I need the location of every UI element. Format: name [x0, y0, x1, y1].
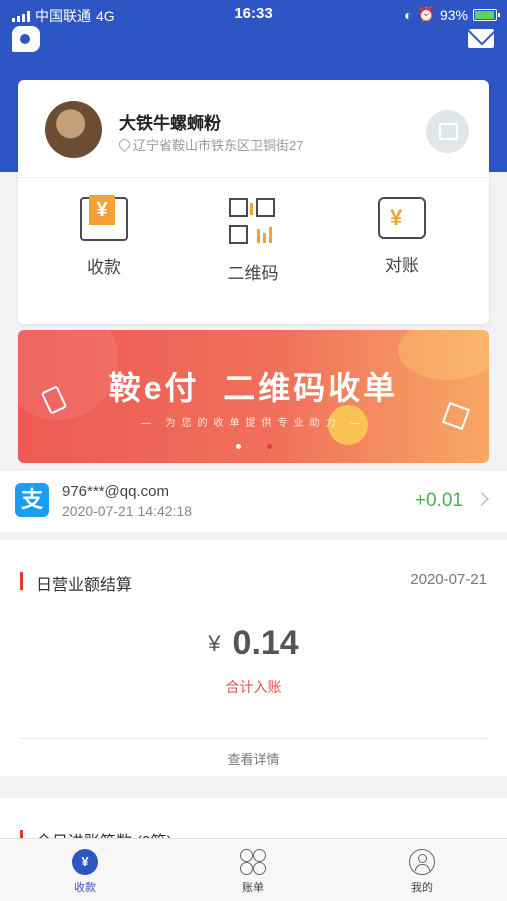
store-switch-icon[interactable]	[426, 110, 469, 153]
summary-note: 合计入账	[225, 679, 282, 695]
summary-divider	[20, 738, 487, 739]
transaction-row[interactable]: 支 976***@qq.com 2020-07-21 14:42:18 +0.0…	[0, 471, 507, 532]
app-logo-icon	[12, 26, 40, 52]
status-bar: 中国联通 4G 16:33 ◐ ⏰ 93%	[0, 0, 507, 28]
yuan-icon: ¥	[72, 849, 98, 875]
action-reconcile[interactable]: ¥ 对账	[352, 197, 452, 276]
tab-label: 收款	[74, 882, 96, 894]
summary-amount: ¥0.14	[0, 624, 507, 663]
summary-title: 日营业额结算	[36, 577, 133, 594]
carousel-dots	[18, 436, 489, 454]
daily-summary-card: 日营业额结算 2020-07-21 ¥0.14 合计入账 查看详情	[0, 540, 507, 776]
card-divider	[18, 177, 489, 178]
alipay-icon: 支	[15, 483, 49, 517]
banner-subtitle: — 为您的收单提供专业助力 —	[140, 418, 367, 429]
transaction-amount: +0.01	[414, 490, 463, 511]
alarm-icon: ⏰	[417, 6, 435, 22]
section-accent	[20, 572, 23, 590]
tab-label: 账单	[242, 882, 264, 894]
merchant-address: 辽宁省鞍山市铁东区卫铜街27	[116, 135, 304, 154]
bill-icon	[240, 849, 266, 875]
action-receive-payment[interactable]: ¥ 收款	[54, 195, 154, 278]
merchant-address-text: 辽宁省鞍山市铁东区卫铜街27	[133, 138, 304, 153]
action-label: 对账	[385, 256, 419, 275]
action-label: 收款	[87, 258, 121, 277]
summary-date: 2020-07-21	[410, 571, 487, 588]
view-details-link[interactable]: 查看详情	[0, 749, 507, 768]
merchant-card: 大铁牛螺蛳粉 辽宁省鞍山市铁东区卫铜街27 ¥ 收款 二维码 ¥ 对账	[18, 80, 489, 324]
yuan-receipt-icon: ¥	[80, 195, 128, 241]
tab-profile[interactable]: 我的	[372, 849, 472, 895]
transaction-time: 2020-07-21 14:42:18	[62, 503, 192, 519]
battery-icon	[473, 8, 500, 21]
carousel-dot[interactable]	[266, 444, 272, 449]
carousel-dot[interactable]	[235, 444, 241, 449]
qr-code-icon	[228, 197, 278, 247]
action-qr-code[interactable]: 二维码	[203, 197, 303, 284]
merchant-avatar[interactable]	[45, 101, 102, 158]
promo-banner[interactable]: 鞍e付 二维码收单 — 为您的收单提供专业助力 —	[18, 330, 489, 463]
action-label: 二维码	[227, 264, 279, 283]
chevron-right-icon	[474, 491, 490, 507]
reconcile-wallet-icon: ¥	[378, 197, 426, 239]
tab-label: 我的	[411, 882, 433, 894]
currency-symbol: ¥	[208, 630, 221, 656]
transaction-account: 976***@qq.com	[62, 483, 169, 500]
merchant-name: 大铁牛螺蛳粉	[119, 114, 221, 133]
banner-title: 鞍e付 二维码收单	[108, 370, 399, 406]
tab-bills[interactable]: 账单	[203, 849, 303, 895]
lock-rotation-icon: ◐	[404, 6, 413, 23]
location-pin-icon	[116, 136, 133, 153]
mail-icon[interactable]	[468, 29, 494, 48]
battery-percent: 93%	[439, 6, 468, 23]
tab-bar: ¥ 收款 账单 我的	[0, 838, 507, 901]
tab-receive[interactable]: ¥ 收款	[35, 849, 135, 895]
profile-icon	[409, 849, 435, 875]
summary-amount-value: 0.14	[232, 624, 299, 662]
